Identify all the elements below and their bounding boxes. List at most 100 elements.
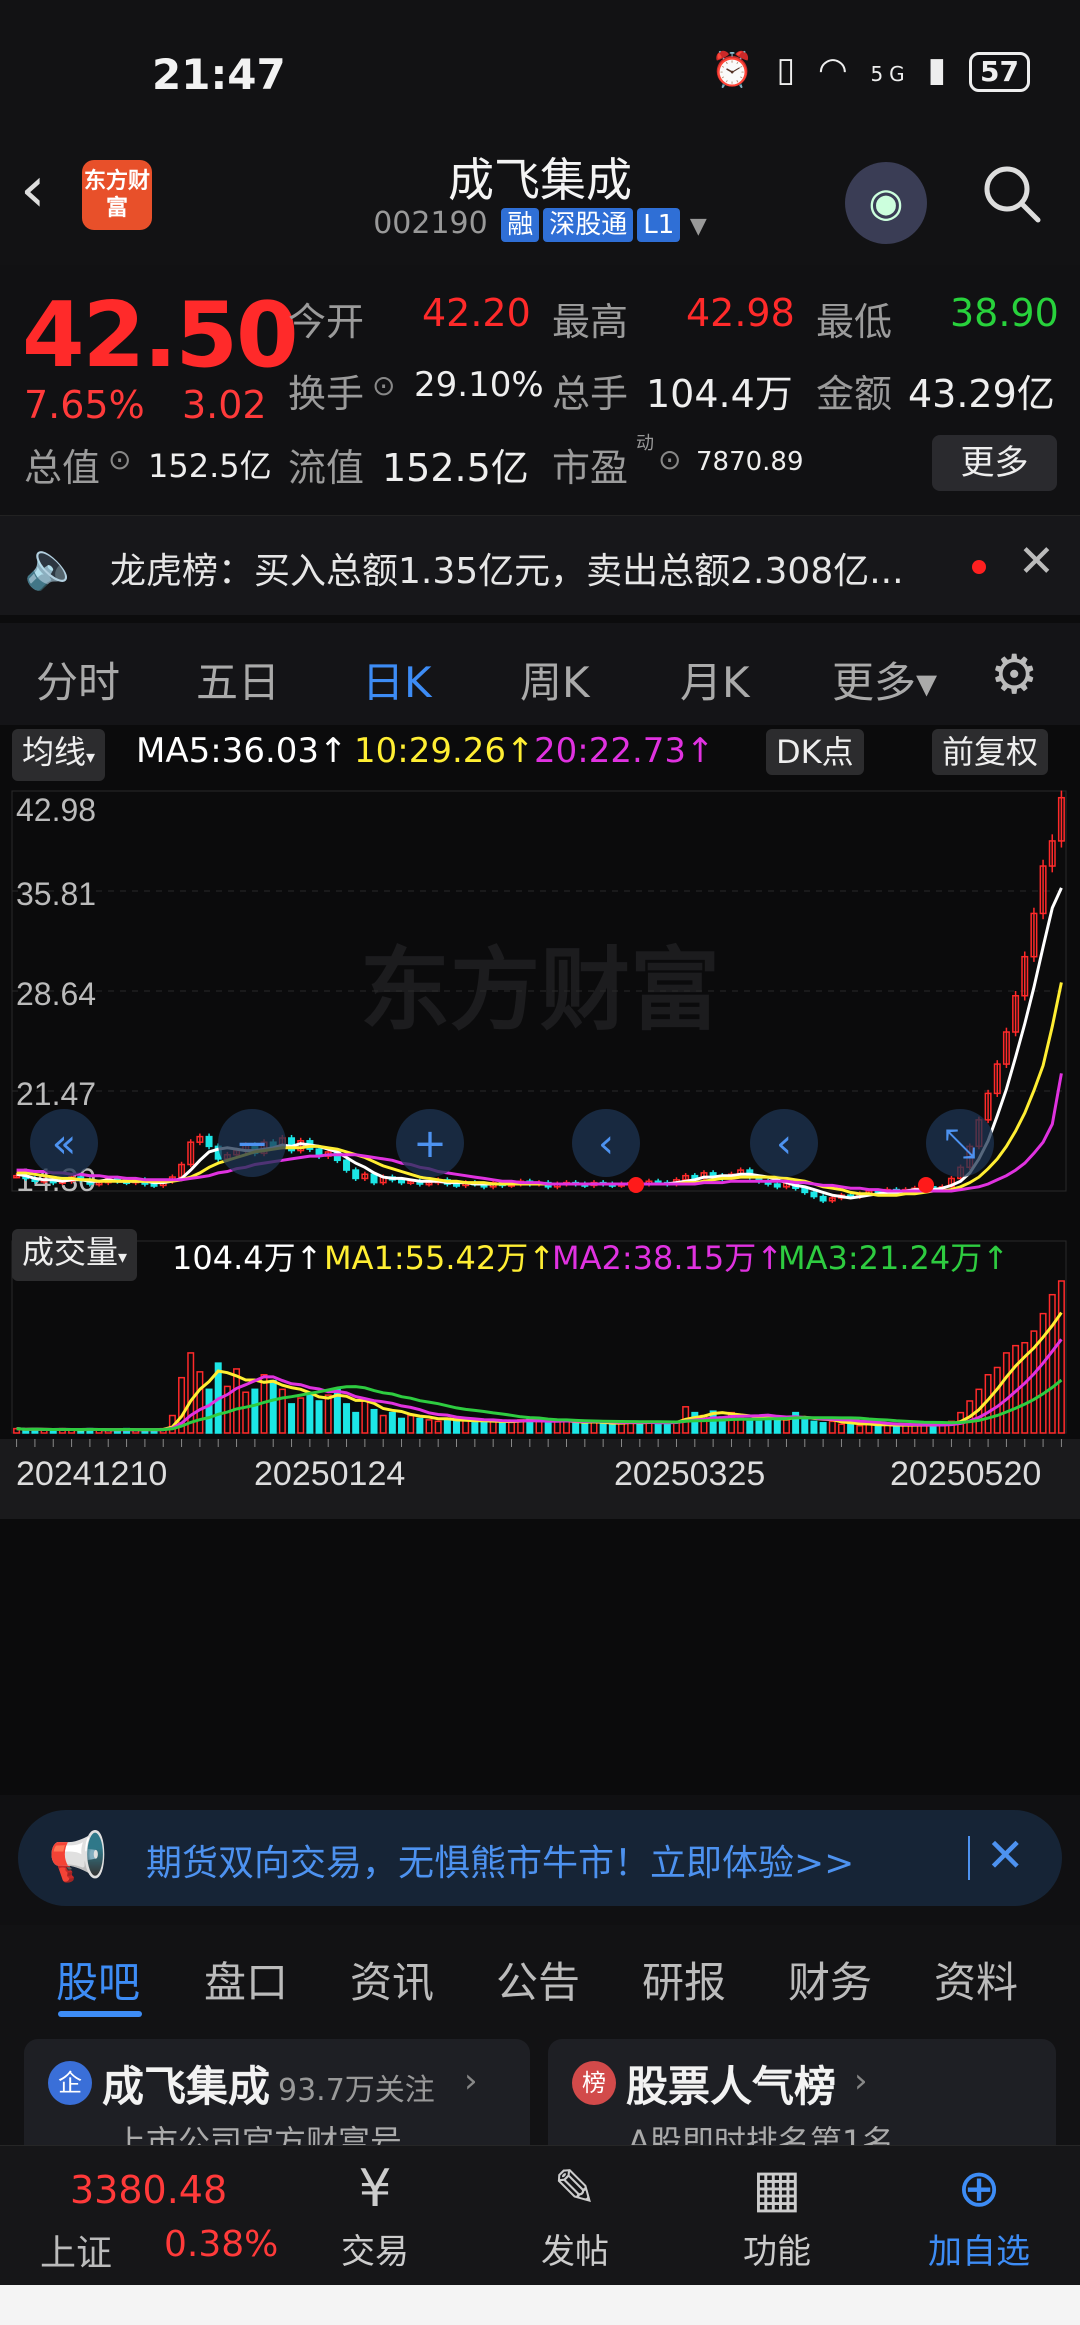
index-value[interactable]: 3380.48	[70, 2168, 227, 2212]
low-label: 最低	[816, 300, 893, 344]
nav-post[interactable]: ✎ 发帖	[500, 2154, 650, 2273]
quote-panel: 42.50 7.65% 3.02 今开 42.20 最高 42.98 最低 38…	[0, 265, 1080, 515]
bottom-nav: 3380.48 上证 0.38% ¥ 交易 ✎ 发帖 ▦ 功能 ⊕ 加自选	[0, 2145, 1080, 2285]
promo-banner[interactable]: 📢 期货双向交易，无惧熊市牛市！立即体验>> ✕	[18, 1810, 1062, 1906]
volume-bar	[819, 1422, 827, 1434]
tab-research[interactable]: 研报	[642, 1949, 726, 2010]
search-icon[interactable]	[980, 162, 1044, 241]
volume-bar	[920, 1424, 928, 1434]
kline-chart-area[interactable]: 均线▾ MA5:36.03↑ 10:29.26↑ 20:22.73↑ DK点 前…	[0, 725, 1080, 1795]
company-card[interactable]: 企 成飞集成 93.7万关注 › 上市公司官方财富号	[24, 2039, 530, 2161]
volume-bar	[443, 1417, 451, 1434]
tab-finance[interactable]: 财务	[788, 1949, 872, 2010]
volume-bar	[755, 1420, 763, 1434]
nav-label: 功能	[743, 2232, 811, 2272]
volume-bar	[1039, 1312, 1047, 1434]
y-tick-label: 42.98	[16, 792, 96, 828]
nav-trade[interactable]: ¥ 交易	[300, 2154, 450, 2273]
gear-icon[interactable]: ⚙	[990, 643, 1038, 706]
volume-bar	[553, 1420, 561, 1434]
y-tick-label: 28.64	[16, 976, 96, 1012]
wifi-icon: ◠	[817, 50, 854, 90]
vma3-value: MA3:21.24万↑	[778, 1239, 1010, 1277]
ma-selector[interactable]: 均线▾	[12, 729, 106, 781]
volume-bar	[636, 1422, 644, 1434]
volume-bar	[572, 1422, 580, 1434]
index-name[interactable]: 上证	[40, 2224, 112, 2276]
banner-text[interactable]: 期货双向交易，无惧熊市牛市！立即体验>>	[146, 1834, 854, 1886]
edit-icon: ✎	[553, 2159, 597, 2219]
tab-daily-k[interactable]: 日K	[362, 649, 432, 710]
yen-icon: ¥	[358, 2159, 392, 2219]
adjust-mode-button[interactable]: 前复权	[932, 729, 1049, 775]
mktcap-label: 总值	[24, 446, 101, 490]
card-title: 股票人气榜	[626, 2062, 837, 2111]
info-icon[interactable]: ⊙	[108, 443, 131, 476]
volume-bar	[278, 1388, 286, 1434]
notice-bar[interactable]: 🔈 龙虎榜：买入总额1.35亿元，卖出总额2.308亿... ✕	[0, 515, 1080, 615]
volume-bar	[343, 1403, 351, 1434]
signal-dot	[628, 1177, 644, 1193]
tab-weekly-k[interactable]: 周K	[520, 649, 590, 710]
volume-bar	[251, 1388, 259, 1434]
nav-functions[interactable]: ▦ 功能	[702, 2154, 852, 2273]
nav-label: 交易	[341, 2232, 409, 2272]
volume-bar	[498, 1422, 506, 1434]
volume-bar	[581, 1423, 589, 1434]
dropdown-caret-icon[interactable]: ▼	[690, 214, 707, 239]
tab-5day[interactable]: 五日	[196, 649, 280, 710]
vma1-line	[16, 1311, 1063, 1432]
robot-assistant-icon[interactable]: ◉	[845, 162, 927, 244]
tab-orderbook[interactable]: 盘口	[204, 1949, 288, 2010]
tab-intraday[interactable]: 分时	[36, 649, 120, 710]
status-icons: ⏰ ▯ ◠ 5G ▮ 57	[711, 50, 1030, 92]
volume-bar	[361, 1400, 369, 1434]
y-tick-label: 21.47	[16, 1076, 96, 1112]
volume-selector[interactable]: 成交量▾	[12, 1229, 138, 1281]
close-icon[interactable]: ✕	[1018, 536, 1055, 587]
info-icon[interactable]: ⊙	[372, 369, 395, 402]
volume-bar	[1057, 1280, 1065, 1434]
mktcap-value: 152.5亿	[148, 447, 272, 485]
tab-more[interactable]: 更多▾	[832, 649, 937, 710]
volume-bar	[434, 1420, 442, 1434]
tab-profile[interactable]: 资料	[934, 1949, 1018, 2010]
volume-bar	[306, 1391, 314, 1434]
volume-label: 总手	[552, 372, 629, 416]
signal-dot	[918, 1177, 934, 1193]
ma-label: 均线	[22, 733, 87, 771]
dk-point-button[interactable]: DK点	[766, 729, 864, 775]
candle-body	[453, 1183, 461, 1187]
popularity-card[interactable]: 榜 股票人气榜 › A股即时排名第1名	[548, 2039, 1056, 2161]
volume-bar	[1002, 1352, 1010, 1434]
tab-monthly-k[interactable]: 月K	[680, 649, 750, 710]
zoom-in-button-glyph: +	[413, 1121, 447, 1167]
tab-forum[interactable]: 股吧	[56, 1949, 140, 2010]
candle-body	[150, 1183, 158, 1187]
tab-announcements[interactable]: 公告	[496, 1949, 580, 2010]
nav-add-watchlist[interactable]: ⊕ 加自选	[904, 2154, 1054, 2273]
ma10-value: 10:29.26↑	[354, 731, 535, 771]
volume-bar	[663, 1423, 671, 1434]
dropdown-caret-icon: ▾	[118, 1247, 128, 1268]
tab-news[interactable]: 资讯	[350, 1949, 434, 2010]
candle-body	[398, 1179, 406, 1184]
volume-bar	[407, 1414, 415, 1434]
pe-sup: 动	[636, 433, 654, 454]
x-tick-label: 20250325	[614, 1455, 765, 1493]
vma2-value: MA2:38.15万↑	[552, 1239, 784, 1277]
more-button[interactable]: 更多	[932, 435, 1057, 491]
card-title: 成飞集成	[102, 2062, 271, 2111]
volume-bar	[462, 1419, 470, 1434]
close-icon[interactable]: ✕	[986, 1828, 1025, 1882]
x-tick-label: 20241210	[16, 1455, 167, 1493]
notice-text[interactable]: 龙虎榜：买入总额1.35亿元，卖出总额2.308亿...	[110, 542, 904, 594]
company-badge-icon: 企	[48, 2061, 92, 2105]
volume-bar	[242, 1391, 250, 1434]
float-label: 流值	[288, 446, 365, 490]
candle-body	[709, 1172, 717, 1177]
high-label: 最高	[552, 300, 629, 344]
info-icon[interactable]: ⊙	[658, 443, 681, 476]
vibrate-icon: ▯	[776, 50, 802, 90]
unread-dot	[972, 560, 986, 574]
